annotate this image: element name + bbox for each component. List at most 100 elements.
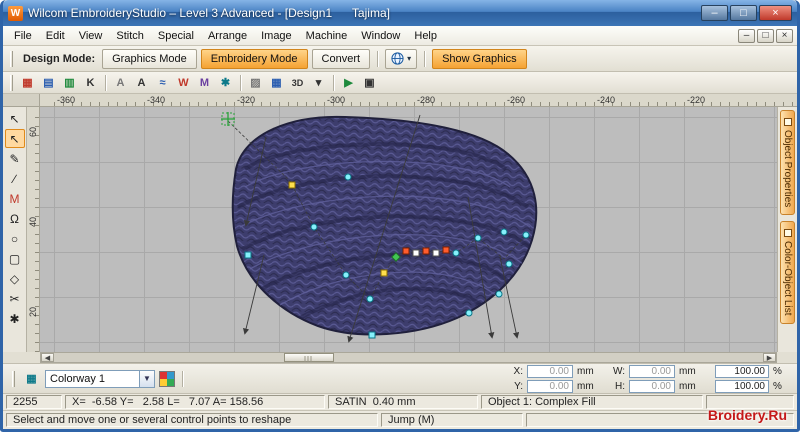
edit-colorways-button[interactable] [159,370,175,387]
entry-anchor[interactable] [221,112,235,126]
w-field[interactable]: 0.00 [629,364,675,378]
w-unit: mm [679,365,696,377]
icon-toolbar: ▦ ▤ ▥ K A A ≈ W M ✱ ▨ ▦ 3D ▾ ▶ ▣ [3,72,797,94]
ruler-label: -300 [327,95,346,105]
menu-file[interactable]: File [7,27,39,45]
swatches-icon[interactable]: ▥ [60,74,79,92]
scissors-tool[interactable]: ✂ [5,289,25,308]
toolbar-grip[interactable] [10,74,13,91]
kiosk-icon[interactable]: K [81,74,100,92]
menu-edit[interactable]: Edit [39,27,72,45]
convert-button[interactable]: Convert [311,48,371,69]
menu-help[interactable]: Help [407,27,444,45]
embroidery-mode-button[interactable]: Embroidery Mode [200,48,308,69]
menu-bar: File Edit View Stitch Special Arrange Im… [3,26,797,46]
mesh-icon[interactable]: ▨ [246,74,265,92]
design-mode-label: Design Mode: [23,52,96,65]
tab-object-properties[interactable]: Object Properties [780,110,795,216]
scale-w-percent: % [773,365,782,377]
scale-h-field[interactable]: 100.00 [715,379,769,393]
window-title: Wilcom EmbroideryStudio – Level 3 Advanc… [28,6,390,20]
ruler-label: 20 [28,307,38,318]
ruler-label: -320 [237,95,256,105]
thumb-grip-icon [304,356,314,362]
run-stitch-icon[interactable]: ≈ [153,74,172,92]
colorway-value[interactable]: Colorway 1 [45,369,139,388]
mdi-minimize-button[interactable]: – [738,28,755,43]
zoom-box-icon[interactable]: ▣ [360,74,379,92]
coordinates-panel: X: 0.00 mm W: 0.00 mm 100.00 % Y: 0.00 m… [511,364,791,393]
scrollbar-row: ◀ ▶ [3,352,797,364]
stitch-player-icon[interactable]: ▶ [339,74,358,92]
tab-color-object-list[interactable]: Color-Object List [780,221,795,324]
menu-arrange[interactable]: Arrange [201,27,254,45]
lettering-tool[interactable]: M [5,189,25,208]
lettering-outline-icon[interactable]: A [111,74,130,92]
toolbar-separator [105,74,106,91]
color-wheel-icon[interactable]: ▤ [39,74,58,92]
select-tool[interactable]: ↖ [5,109,25,128]
mdi-restore-button[interactable]: □ [757,28,774,43]
motif-stitch-icon[interactable]: ✱ [216,74,235,92]
toolbar-grip[interactable] [10,50,13,67]
satin-stitch-icon[interactable]: M [195,74,214,92]
menu-special[interactable]: Special [151,27,201,45]
graphics-mode-button[interactable]: Graphics Mode [102,48,197,69]
menu-stitch[interactable]: Stitch [109,27,151,45]
ellipse-tool[interactable]: ○ [5,229,25,248]
toolbar-separator [424,50,426,67]
toolbar-separator [377,50,379,67]
show-graphics-button[interactable]: Show Graphics [432,48,527,69]
mdi-close-button[interactable]: × [776,28,793,43]
docked-panel-tabs: Object Properties Color-Object List [777,107,797,352]
dropdown-arrow-icon[interactable]: ▾ [309,74,328,92]
ruler-label: 40 [28,217,38,228]
grid-toggle-icon[interactable]: ▦ [267,74,286,92]
scrollbar-thumb[interactable] [283,353,334,362]
design-canvas[interactable] [40,107,777,352]
window-maximize-button[interactable]: □ [730,5,757,21]
embroidery-object[interactable] [231,115,538,336]
ribbon-tool[interactable]: Ω [5,209,25,228]
y-field[interactable]: 0.00 [527,379,573,393]
window-close-button[interactable]: × [759,5,792,21]
rectangle-tool[interactable]: ▢ [5,249,25,268]
lettering-solid-icon[interactable]: A [132,74,151,92]
horizontal-scrollbar[interactable]: ◀ ▶ [40,352,777,363]
mode-toolbar: Design Mode: Graphics Mode Embroidery Mo… [3,46,797,72]
ruler-label: -340 [147,95,166,105]
zigzag-stitch-icon[interactable]: W [174,74,193,92]
menu-window[interactable]: Window [354,27,407,45]
scale-h-percent: % [773,380,782,392]
window-minimize-button[interactable]: – [701,5,728,21]
menu-machine[interactable]: Machine [299,27,355,45]
x-field[interactable]: 0.00 [527,364,573,378]
knife-tool[interactable]: ∕ [5,169,25,188]
scale-w-field[interactable]: 100.00 [715,364,769,378]
menu-image[interactable]: Image [254,27,299,45]
thread-palette-icon[interactable]: ▦ [22,370,41,388]
vertical-ruler: 60 40 20 [27,107,40,352]
scroll-left-icon[interactable]: ◀ [41,353,54,362]
pencil-tool[interactable]: ✎ [5,149,25,168]
toolbar-separator [182,370,183,387]
app-window: W Wilcom EmbroideryStudio – Level 3 Adva… [0,0,800,432]
measure-tool[interactable]: ✱ [5,309,25,328]
tab-label: Object Properties [782,130,793,208]
reshape-tool[interactable]: ↖ [4,129,25,148]
menu-view[interactable]: View [72,27,110,45]
title-bar: W Wilcom EmbroideryStudio – Level 3 Adva… [3,0,797,26]
scroll-right-icon[interactable]: ▶ [763,353,776,362]
color-list-icon [783,229,792,238]
thread-colors-icon[interactable]: ▦ [18,74,37,92]
3d-effect-icon[interactable]: 3D [288,74,307,92]
h-field[interactable]: 0.00 [629,379,675,393]
x-label: X: [513,365,523,377]
function-label: Jump (M) [381,413,523,427]
toolbar-grip[interactable] [12,370,15,387]
colorway-select[interactable]: Colorway 1 ▼ [45,369,155,388]
chevron-down-icon[interactable]: ▼ [139,369,155,388]
reshape-node-tool[interactable]: ◇ [5,269,25,288]
globe-icon [391,52,404,65]
hoop-globe-button[interactable]: ▾ [385,48,418,69]
